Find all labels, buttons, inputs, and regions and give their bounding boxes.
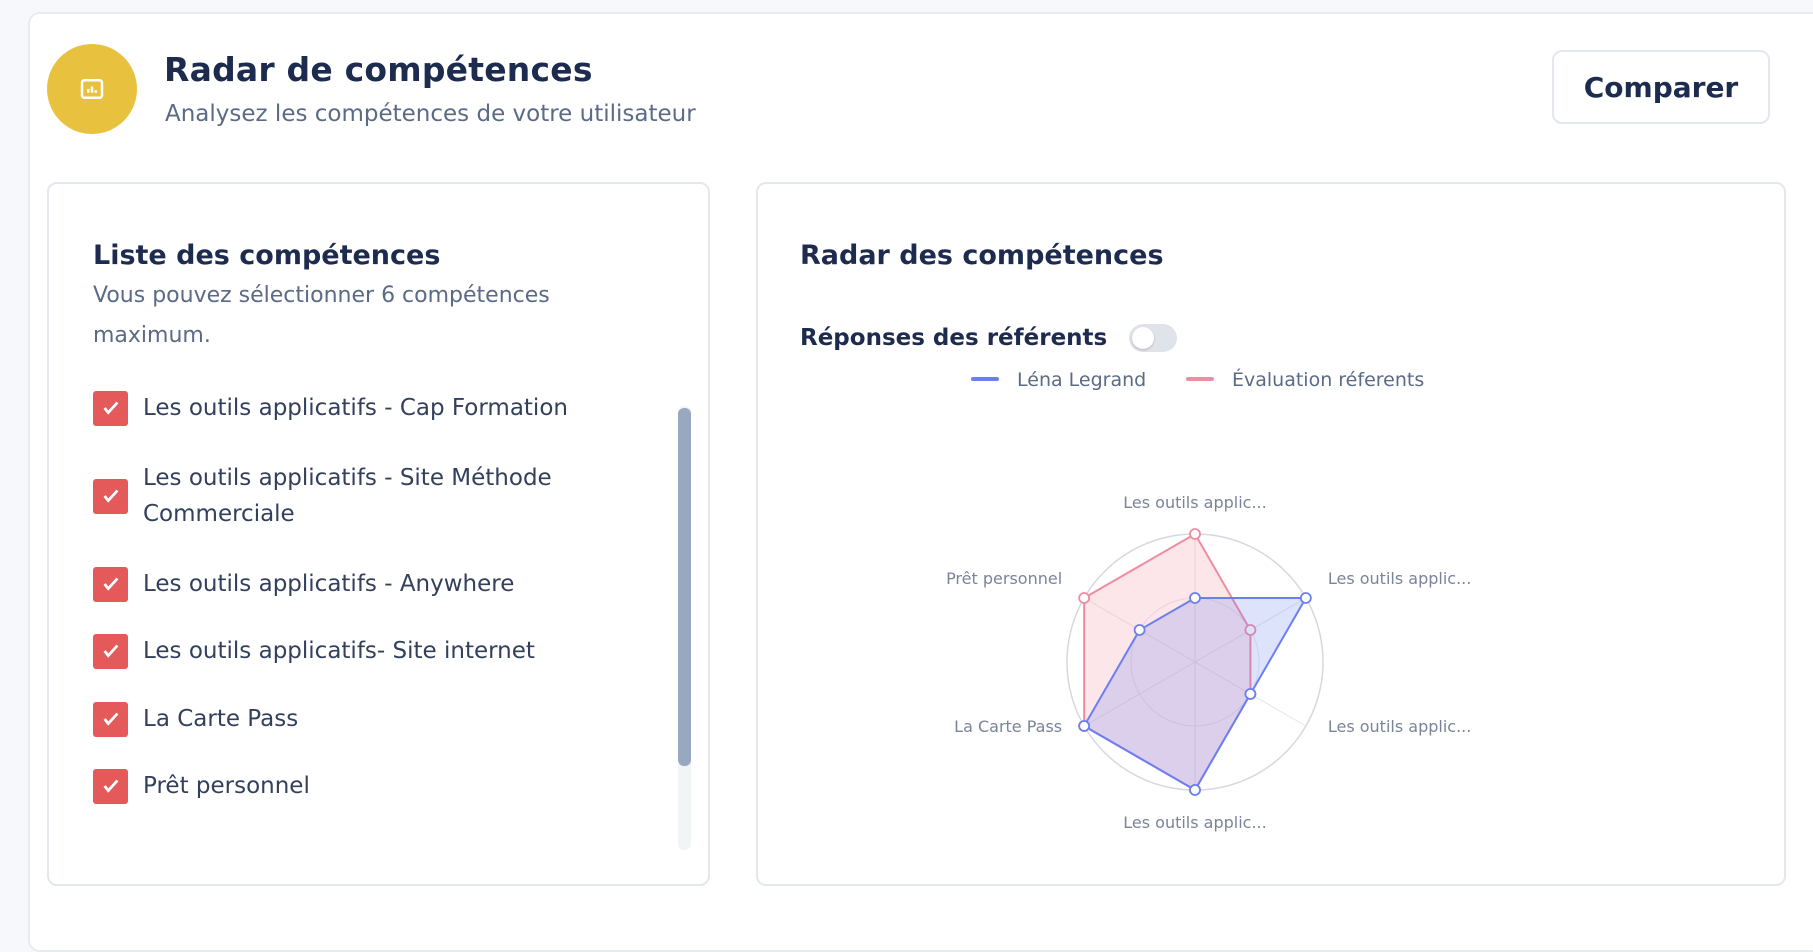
skill-item[interactable]: Les outils applicatifs - Cap Formation <box>93 390 613 426</box>
checkbox-checked[interactable] <box>93 566 128 602</box>
chart-icon <box>47 44 137 134</box>
skills-panel-description: Vous pouvez sélectionner 6 compétences m… <box>93 283 550 348</box>
radar-panel: Radar des compétences Réponses des référ… <box>756 182 1786 886</box>
page-subtitle: Analysez les compétences de votre utilis… <box>165 101 696 127</box>
legend-label: Léna Legrand <box>1017 369 1146 391</box>
compare-button[interactable]: Comparer <box>1552 50 1770 124</box>
axis-label: Prêt personnel <box>946 569 1062 588</box>
radar-series <box>1078 528 1312 796</box>
skill-label: Les outils applicatifs - Site Méthode Co… <box>143 465 552 527</box>
checkbox-checked[interactable] <box>93 390 128 426</box>
data-point <box>1133 624 1146 636</box>
data-point <box>1078 592 1091 604</box>
axis-label: La Carte Pass <box>954 717 1062 736</box>
skills-panel-title: Liste des compétences <box>93 240 441 271</box>
data-point <box>1189 528 1201 540</box>
axis-label: Les outils applic... <box>1328 569 1471 588</box>
skills-panel: Liste des compétences Vous pouvez sélect… <box>47 182 710 886</box>
checkbox-checked[interactable] <box>93 633 128 669</box>
skill-item[interactable]: La Carte Pass <box>93 701 613 737</box>
data-point <box>1189 784 1201 796</box>
skill-label: La Carte Pass <box>143 706 299 732</box>
checkbox-checked[interactable] <box>93 701 128 737</box>
skill-label: Les outils applicatifs- Site internet <box>143 638 535 664</box>
scrollbar[interactable] <box>678 406 691 850</box>
data-point <box>1189 592 1201 604</box>
scrollbar-thumb[interactable] <box>678 408 691 766</box>
skill-label: Les outils applicatifs - Cap Formation <box>143 395 568 421</box>
axis-label: Les outils applic... <box>1328 717 1471 736</box>
skill-label: Prêt personnel <box>143 773 310 799</box>
checkbox-checked[interactable] <box>93 478 128 514</box>
data-point <box>1299 592 1312 604</box>
data-point <box>1078 720 1091 732</box>
chart-legend: Léna Legrand Évaluation réferents <box>971 368 1424 391</box>
skill-item[interactable]: Les outils applicatifs - Site Méthode Co… <box>93 460 613 532</box>
legend-label: Évaluation réferents <box>1232 368 1424 391</box>
page-title: Radar de compétences <box>164 50 593 89</box>
skill-label: Les outils applicatifs - Anywhere <box>143 571 515 597</box>
skill-item[interactable]: Les outils applicatifs - Anywhere <box>93 566 613 602</box>
skill-item[interactable]: Les outils applicatifs- Site internet <box>93 633 613 669</box>
checkbox-checked[interactable] <box>93 768 128 804</box>
axis-label: Les outils applic... <box>1123 493 1266 512</box>
data-point <box>1244 688 1257 700</box>
axis-label: Les outils applic... <box>1123 813 1266 832</box>
radar-chart: Léna Legrand Évaluation réferents Les out… <box>946 368 1471 832</box>
skill-item[interactable]: Prêt personnel <box>93 768 613 804</box>
